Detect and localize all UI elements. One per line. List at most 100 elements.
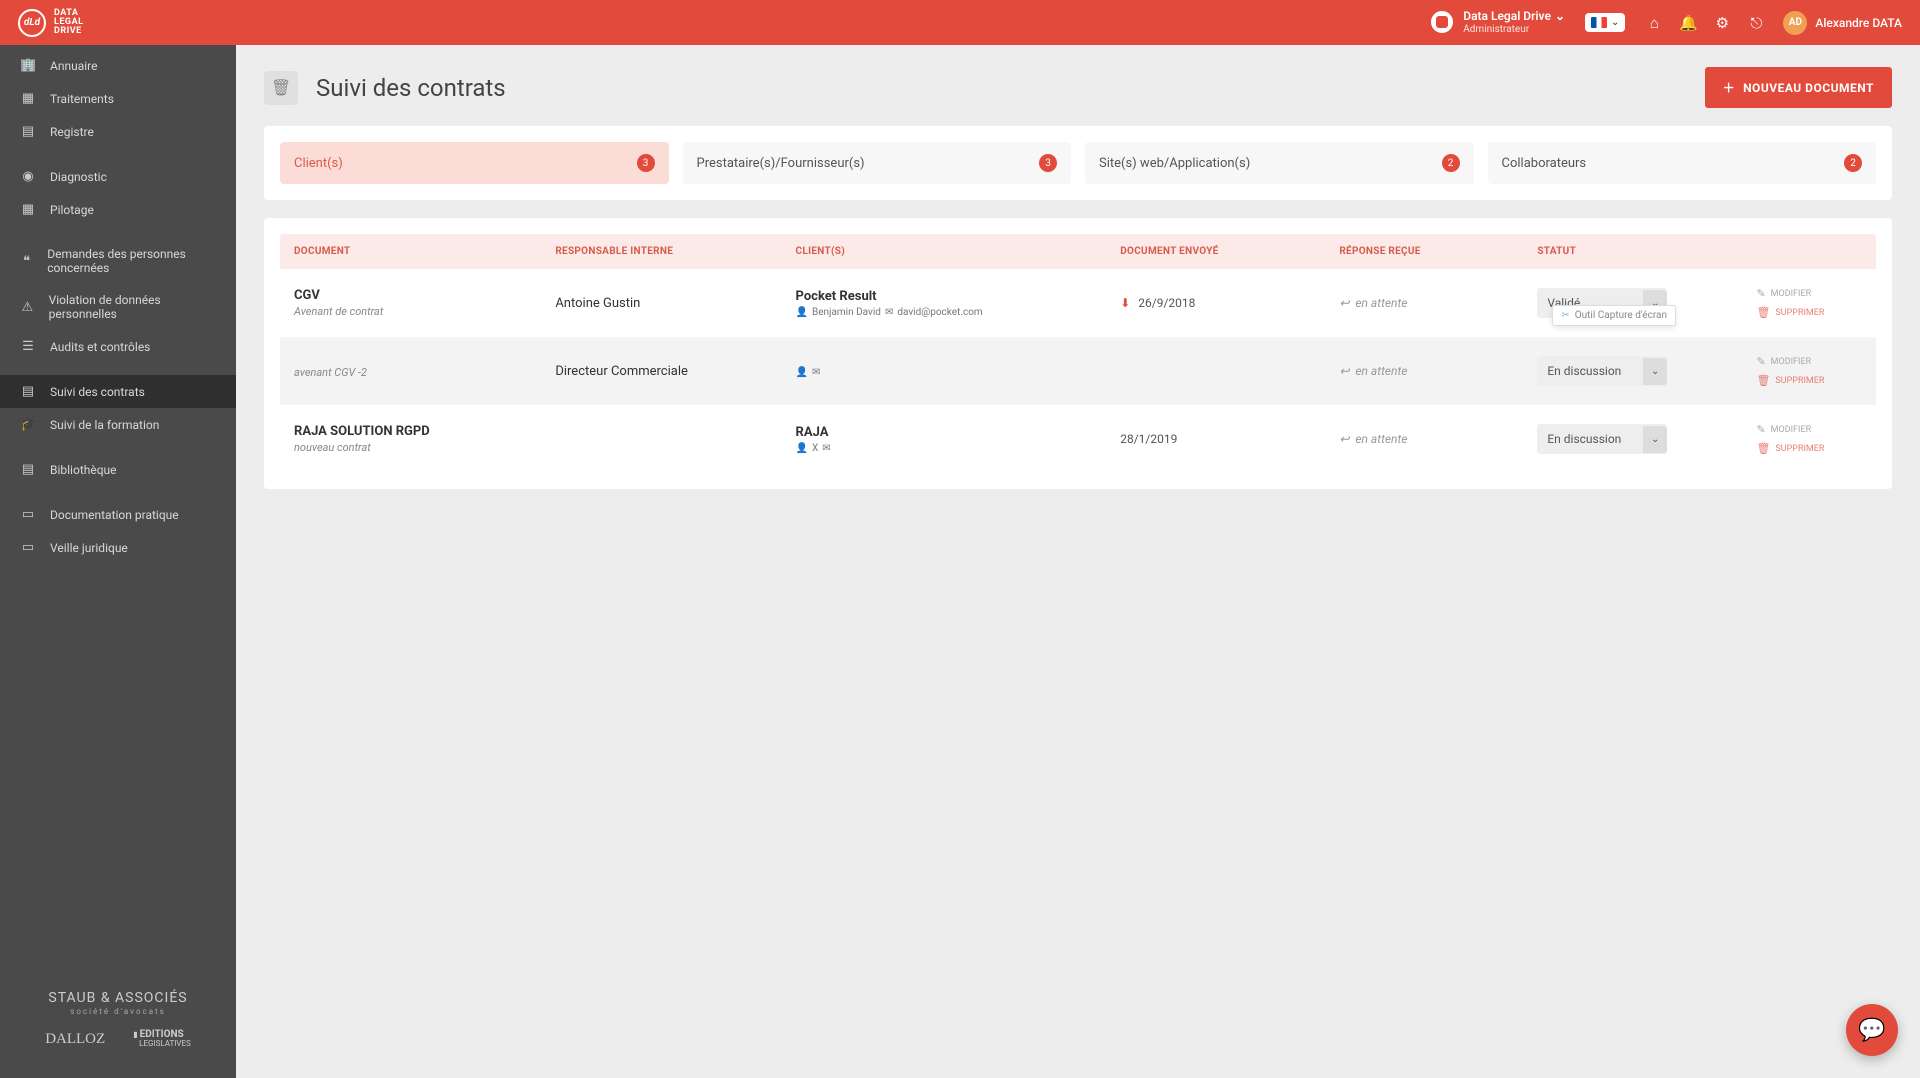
delete-button[interactable]: 🗑SUPPRIMER <box>1756 374 1862 387</box>
trash-icon: 🗑 <box>1756 306 1770 319</box>
sidebar-item-registre[interactable]: ▤Registre <box>0 115 236 148</box>
language-switcher[interactable]: ⌄ <box>1585 13 1625 32</box>
sidebar-item-diagnostic[interactable]: ◉Diagnostic <box>0 160 236 193</box>
status-select[interactable]: En discussion ⌄ <box>1537 424 1667 454</box>
user-icon: 👤 <box>796 307 808 318</box>
brand-logo[interactable]: dLd DATALEGALDRIVE <box>18 9 83 37</box>
action-label: MODIFIER <box>1771 357 1812 367</box>
contracts-table-card: DOCUMENT RESPONSABLE INTERNE CLIENT(S) D… <box>264 218 1892 489</box>
delete-button[interactable]: 🗑SUPPRIMER <box>1756 442 1862 455</box>
sidebar-item-audits[interactable]: ☰ Audits et contrôles <box>0 330 236 363</box>
bell-icon[interactable]: 🔔 <box>1671 14 1705 32</box>
sidebar-item-demandes[interactable]: ❝Demandes des personnes concernées <box>0 238 236 284</box>
sidebar-item-formation[interactable]: 🎓Suivi de la formation <box>0 408 236 441</box>
chevron-down-icon: ⌄ <box>1643 358 1667 385</box>
col-client: CLIENT(S) <box>796 246 1113 257</box>
sent-date: 28/1/2019 <box>1120 432 1177 446</box>
library-icon: ▤ <box>20 462 36 477</box>
tabs-card: Client(s) 3 Prestataire(s)/Fournisseur(s… <box>264 126 1892 200</box>
new-document-button[interactable]: ＋ NOUVEAU DOCUMENT <box>1705 67 1892 108</box>
sent-date: 26/9/2018 <box>1138 296 1195 310</box>
tab-prestataires[interactable]: Prestataire(s)/Fournisseur(s) 3 <box>683 142 1072 184</box>
action-label: MODIFIER <box>1771 425 1812 435</box>
sidebar-item-traitements[interactable]: ▦Traitements <box>0 82 236 115</box>
reply-icon: ↩ <box>1339 432 1349 446</box>
page-title: Suivi des contrats <box>316 74 1705 102</box>
tab-label: Site(s) web/Application(s) <box>1099 156 1250 171</box>
sidebar: 🏢Annuaire ▦Traitements ▤Registre ◉Diagno… <box>0 45 236 1078</box>
logout-icon[interactable]: ⎋ <box>1739 14 1773 32</box>
mail-icon: ✉ <box>822 443 830 454</box>
graduation-icon: 🎓 <box>20 417 36 432</box>
tab-sites[interactable]: Site(s) web/Application(s) 2 <box>1085 142 1474 184</box>
col-statut: STATUT <box>1537 246 1748 257</box>
chat-fab[interactable]: 💬 <box>1846 1004 1898 1056</box>
sidebar-item-violation[interactable]: ⚠Violation de données personnelles <box>0 284 236 330</box>
sidebar-item-pilotage[interactable]: ▦Pilotage <box>0 193 236 226</box>
edit-icon: ✎ <box>1756 355 1765 368</box>
tab-collaborateurs[interactable]: Collaborateurs 2 <box>1488 142 1877 184</box>
flag-fr-icon <box>1591 17 1607 28</box>
sidebar-item-label: Diagnostic <box>50 170 107 184</box>
edit-button[interactable]: ✎ MODIFIER <box>1756 355 1862 368</box>
mail-icon: ✉ <box>812 367 820 378</box>
client-email: david@pocket.com <box>897 307 982 318</box>
status-value: En discussion <box>1547 432 1621 446</box>
pending-label: en attente <box>1355 296 1407 310</box>
edit-icon: ✎ <box>1756 287 1765 300</box>
logo-mark-icon: dLd <box>18 9 46 37</box>
sidebar-item-veille[interactable]: ▭Veille juridique <box>0 531 236 564</box>
edit-icon: ✎ <box>1756 423 1765 436</box>
list-icon: ☰ <box>20 339 36 354</box>
delete-button[interactable]: 🗑SUPPRIMER <box>1756 306 1862 319</box>
edit-button[interactable]: ✎ MODIFIER <box>1756 287 1862 300</box>
client-contact: X <box>812 443 818 454</box>
sidebar-item-documentation[interactable]: ▭ Documentation pratique <box>0 498 236 531</box>
tab-clients[interactable]: Client(s) 3 <box>280 142 669 184</box>
responsable: Directeur Commerciale <box>555 364 787 379</box>
col-reponse: RÉPONSE REÇUE <box>1339 246 1529 257</box>
main-content: 🗑 Suivi des contrats ＋ NOUVEAU DOCUMENT … <box>236 45 1920 1078</box>
org-switcher[interactable]: Data Legal Drive ⌄ Administrateur <box>1431 9 1565 35</box>
col-document: DOCUMENT <box>294 246 547 257</box>
home-icon[interactable]: ⌂ <box>1637 14 1671 32</box>
user-menu[interactable]: AD Alexandre DATA <box>1783 11 1902 35</box>
org-name: Data Legal Drive <box>1463 9 1551 23</box>
partner-editions: ▮ EDITIONS LEGISLATIVES <box>133 1030 191 1048</box>
sidebar-item-label: Suivi des contrats <box>50 385 145 399</box>
status-select[interactable]: En discussion ⌄ <box>1537 356 1667 386</box>
reply-icon: ↩ <box>1339 296 1349 310</box>
chat-icon: 💬 <box>1858 1018 1885 1043</box>
gear-icon[interactable]: ⚙ <box>1705 14 1739 32</box>
tab-badge: 3 <box>637 154 655 172</box>
action-label: SUPPRIMER <box>1775 376 1824 386</box>
table-row: avenant CGV -2 Directeur Commerciale 👤 ✉… <box>280 337 1876 405</box>
edit-button[interactable]: ✎ MODIFIER <box>1756 423 1862 436</box>
sidebar-item-contrats[interactable]: ▤Suivi des contrats <box>0 375 236 408</box>
quote-icon: ❝ <box>20 254 33 269</box>
action-label: MODIFIER <box>1771 289 1812 299</box>
tab-badge: 2 <box>1442 154 1460 172</box>
sidebar-item-bibliotheque[interactable]: ▤Bibliothèque <box>0 453 236 486</box>
tab-badge: 2 <box>1844 154 1862 172</box>
page-icon: ▭ <box>20 507 36 522</box>
button-label: NOUVEAU DOCUMENT <box>1743 81 1874 95</box>
sidebar-item-label: Veille juridique <box>50 541 128 555</box>
sidebar-item-label: Traitements <box>50 92 114 106</box>
tab-label: Client(s) <box>294 156 343 171</box>
sidebar-item-label: Pilotage <box>50 203 94 217</box>
pending-label: en attente <box>1355 364 1407 378</box>
brand-name: DATALEGALDRIVE <box>54 9 83 36</box>
sidebar-item-label: Documentation pratique <box>50 508 179 522</box>
client-name: RAJA <box>796 425 1113 440</box>
building-icon: 🏢 <box>20 58 36 73</box>
col-responsable: RESPONSABLE INTERNE <box>555 246 787 257</box>
partner-dalloz: DALLOZ <box>45 1031 105 1048</box>
table-header: DOCUMENT RESPONSABLE INTERNE CLIENT(S) D… <box>280 234 1876 269</box>
doc-title: CGV <box>294 288 547 303</box>
sidebar-item-label: Audits et contrôles <box>50 340 150 354</box>
snip-icon: ✂ <box>1561 310 1569 321</box>
sidebar-item-annuaire[interactable]: 🏢Annuaire <box>0 49 236 82</box>
avatar: AD <box>1783 11 1807 35</box>
partner-staub: STAUB & ASSOCIÉS société d'avocats <box>12 990 224 1016</box>
